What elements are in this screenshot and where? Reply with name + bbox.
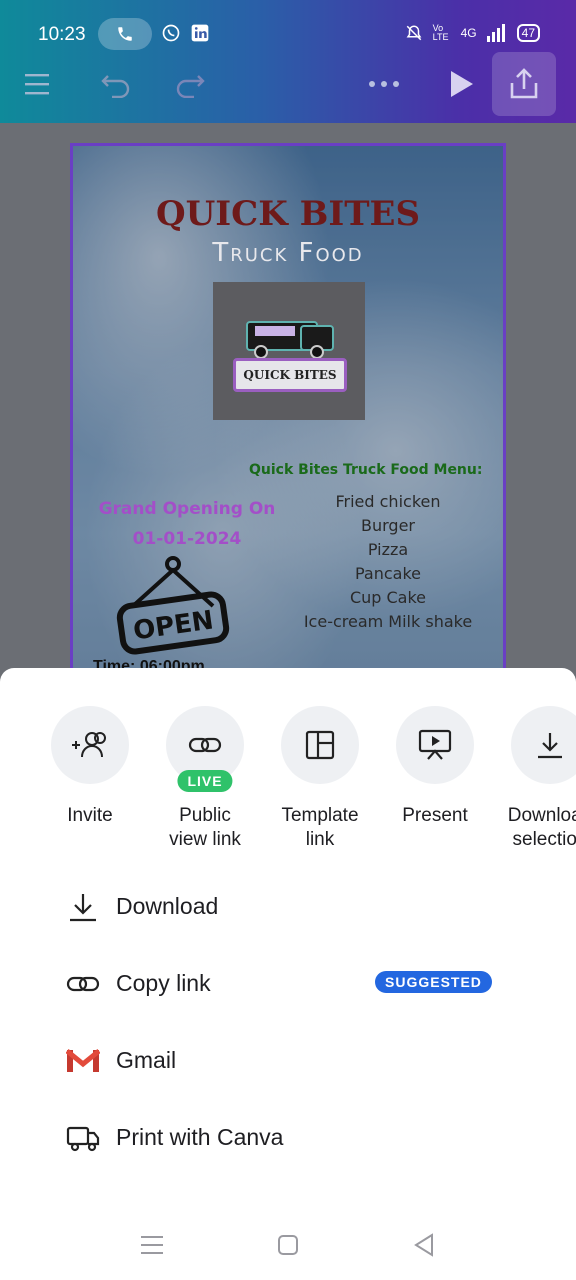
invite-label: Invite: [67, 805, 113, 826]
invite-option[interactable]: Invite: [30, 706, 150, 828]
play-button[interactable]: [440, 62, 484, 106]
opening-date: 01-01-2024: [132, 529, 242, 549]
back-triangle-icon: [414, 1233, 433, 1257]
recents-icon: [141, 1236, 163, 1254]
menu-item: Ice-cream Milk shake: [303, 612, 473, 631]
menu-item: Fried chicken: [335, 492, 441, 511]
screen: 10:23 Vo LTE 4G 47 QUICK BITES Truck Foo…: [0, 0, 576, 1280]
share-sheet: Invite LIVE Public view link Template li…: [0, 668, 576, 1280]
grand-opening-text[interactable]: Grand Opening On 01-01-2024: [87, 494, 287, 554]
share-upload-icon: [510, 68, 538, 99]
invite-icon: [72, 732, 106, 758]
recent-apps-button[interactable]: [132, 1228, 172, 1262]
copy-link-action[interactable]: Copy link SUGGESTED: [0, 945, 576, 1022]
redo-button[interactable]: [168, 62, 212, 106]
whatsapp-icon: [160, 22, 182, 44]
editor-toolbar: [0, 50, 576, 120]
hamburger-icon: [25, 74, 49, 95]
present-icon: [418, 729, 452, 760]
link-icon: [64, 965, 102, 1003]
gmail-label: Gmail: [116, 1047, 177, 1073]
public-view-link-option[interactable]: LIVE Public view link: [145, 706, 265, 852]
menu-item: Pancake: [354, 564, 421, 583]
download-icon: [538, 733, 562, 759]
present-label: Present: [402, 805, 468, 826]
menu-item: Burger: [361, 516, 415, 535]
home-button[interactable]: [268, 1228, 308, 1262]
poster-logo[interactable]: QUICK BITES: [213, 282, 365, 420]
logo-text: QUICK BITES: [233, 358, 347, 392]
mute-bell-icon: [406, 25, 422, 41]
invite-circle: [51, 706, 129, 784]
network-label: 4G: [460, 26, 477, 40]
volte-label: Vo LTE: [432, 23, 449, 42]
grand-opening-label: Grand Opening On: [98, 499, 276, 519]
menu-title[interactable]: Quick Bites Truck Food Menu:: [249, 462, 482, 478]
battery-indicator: 47: [516, 24, 540, 42]
top-bar: 10:23 Vo LTE 4G 47: [0, 0, 576, 123]
menu-item: Pizza: [367, 540, 409, 559]
poster-page[interactable]: QUICK BITES Truck Food QUICK BITES Quick…: [70, 143, 506, 703]
status-time: 10:23: [38, 24, 86, 45]
download-icon: [64, 888, 102, 926]
system-nav-bar: [0, 1210, 576, 1280]
share-button[interactable]: [492, 52, 556, 116]
poster-subtitle[interactable]: Truck Food: [73, 238, 503, 268]
redo-icon: [176, 75, 205, 98]
present-option[interactable]: Present: [375, 706, 495, 828]
template-icon: [305, 730, 335, 760]
menu-item: Cup Cake: [349, 588, 427, 607]
download-selection-label: Download selection: [507, 805, 576, 850]
open-sign-icon[interactable]: OPEN: [113, 556, 233, 656]
share-actions-list: Download Copy link SUGGESTED Gmail Print…: [0, 868, 576, 1176]
undo-icon: [101, 75, 130, 98]
template-link-option[interactable]: Template link: [260, 706, 380, 852]
status-bar: 10:23 Vo LTE 4G 47: [0, 14, 576, 54]
more-options-button[interactable]: [362, 62, 406, 106]
phone-icon: [118, 27, 132, 41]
more-dots-icon: [369, 81, 399, 87]
signal-icon: [486, 24, 505, 42]
truck-icon: [64, 1119, 102, 1157]
download-label: Download: [116, 893, 219, 919]
status-right-group: Vo LTE 4G 47: [405, 24, 540, 42]
play-icon: [451, 71, 473, 97]
menu-button[interactable]: [16, 62, 60, 106]
print-with-canva-action[interactable]: Print with Canva: [0, 1099, 576, 1176]
present-circle: [396, 706, 474, 784]
public-view-link-label: Public view link: [169, 805, 241, 850]
template-circle: [281, 706, 359, 784]
live-badge: LIVE: [177, 770, 233, 792]
link-icon: [188, 737, 222, 753]
share-options-row: Invite LIVE Public view link Template li…: [0, 706, 576, 866]
ongoing-call-indicator[interactable]: [98, 18, 152, 50]
design-canvas[interactable]: QUICK BITES Truck Food QUICK BITES Quick…: [0, 123, 576, 703]
suggested-badge: SUGGESTED: [375, 971, 492, 993]
template-link-label: Template link: [281, 805, 359, 850]
linkedin-icon: [189, 22, 211, 44]
home-square-icon: [278, 1235, 298, 1255]
print-with-canva-label: Print with Canva: [116, 1124, 284, 1150]
copy-link-label: Copy link: [116, 970, 211, 996]
back-button[interactable]: [404, 1228, 444, 1262]
poster-title[interactable]: QUICK BITES: [73, 194, 503, 234]
undo-button[interactable]: [94, 62, 138, 106]
food-truck-icon: [246, 321, 334, 359]
menu-list[interactable]: Fried chicken Burger Pizza Pancake Cup C…: [273, 490, 503, 634]
download-selection-option[interactable]: Download selection: [490, 706, 576, 852]
gmail-icon: [64, 1042, 102, 1080]
download-selection-circle: [511, 706, 576, 784]
download-action[interactable]: Download: [0, 868, 576, 945]
gmail-action[interactable]: Gmail: [0, 1022, 576, 1099]
